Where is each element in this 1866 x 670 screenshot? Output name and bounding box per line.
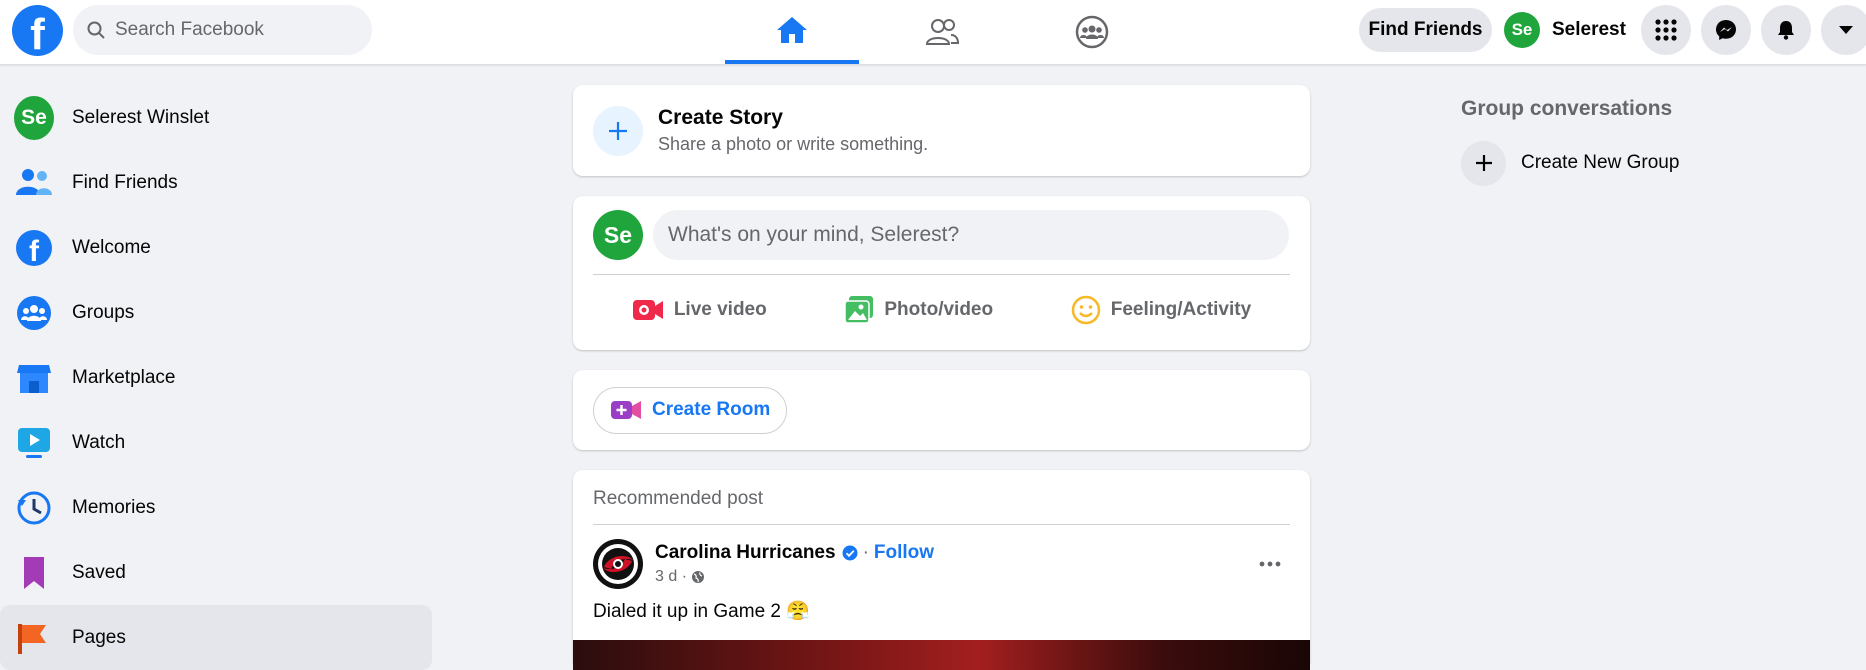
sidebar-item-label: Welcome: [72, 236, 151, 258]
sidebar-item-label: Selerest Winslet: [72, 106, 210, 128]
avatar-initials: Se: [603, 221, 633, 248]
photo-icon: [844, 296, 874, 324]
find-friends-button[interactable]: Find Friends: [1359, 8, 1492, 52]
messenger-icon: [1716, 20, 1736, 40]
status-input[interactable]: [653, 210, 1289, 260]
sidebar-item-watch[interactable]: Watch: [0, 410, 432, 475]
plus-icon: [593, 105, 643, 156]
saved-icon: [24, 556, 44, 589]
verified-badge-icon: [842, 545, 858, 561]
photo-video-button[interactable]: Photo/video: [830, 285, 1007, 335]
sidebar-item-label: Find Friends: [72, 171, 178, 193]
search-input[interactable]: [115, 19, 345, 41]
facebook-logo[interactable]: f: [12, 5, 63, 56]
search-icon: [87, 21, 105, 39]
friends-icon: [925, 19, 959, 45]
feeling-activity-button[interactable]: Feeling/Activity: [1057, 285, 1265, 335]
watch-icon: [18, 427, 50, 458]
follow-button[interactable]: Follow: [874, 542, 934, 564]
chevron-down-icon: [1839, 26, 1853, 34]
bell-icon: [1778, 21, 1794, 40]
avatar: Se: [1504, 12, 1540, 48]
feeling-activity-label: Feeling/Activity: [1110, 299, 1252, 320]
sidebar-item-profile[interactable]: Se Selerest Winslet: [0, 85, 432, 150]
page-avatar[interactable]: [593, 539, 643, 589]
sidebar-item-welcome[interactable]: f Welcome: [0, 215, 432, 280]
tab-groups[interactable]: [1025, 0, 1159, 64]
top-navigation-bar: f Find Friends Se Selerest: [0, 0, 1866, 65]
groups-icon: [17, 295, 51, 330]
sidebar-item-label: Groups: [72, 301, 135, 323]
marketplace-icon: [17, 364, 51, 393]
sidebar-item-saved[interactable]: Saved: [0, 540, 432, 605]
post-timestamp[interactable]: 3 d ·: [655, 568, 687, 586]
plus-icon: [1461, 140, 1506, 186]
avatar: Se: [14, 95, 54, 140]
separator-dot: ·: [862, 542, 869, 563]
left-sidebar: Se Selerest Winslet Find Friends f Welco…: [0, 85, 432, 670]
hurricanes-logo-icon: [598, 544, 638, 584]
post-text: Dialed it up in Game 2 😤: [593, 601, 810, 622]
live-video-button[interactable]: Live video: [618, 285, 781, 335]
menu-button[interactable]: [1641, 5, 1691, 55]
sidebar-item-label: Memories: [72, 496, 156, 518]
search-box[interactable]: [73, 5, 372, 55]
pages-icon: [18, 623, 46, 654]
sidebar-item-label: Saved: [72, 561, 126, 583]
create-new-group-label: Create New Group: [1521, 152, 1680, 173]
profile-name: Selerest: [1552, 19, 1626, 40]
sidebar-item-pages[interactable]: Pages: [0, 605, 432, 670]
sidebar-item-label: Pages: [72, 626, 126, 648]
create-story-subtitle: Share a photo or write something.: [658, 134, 929, 154]
live-video-icon: [632, 300, 663, 320]
account-button[interactable]: [1821, 5, 1866, 55]
rooms-card: Create Room: [573, 370, 1310, 450]
group-conversations-heading: Group conversations: [1461, 97, 1673, 120]
smiley-icon: [1071, 295, 1100, 325]
create-room-button[interactable]: Create Room: [593, 386, 788, 434]
grid-menu-icon: [1655, 19, 1677, 41]
post-composer: Se Live video Photo/video Feeling/Activi…: [573, 196, 1310, 350]
create-new-group-button[interactable]: Create New Group: [1461, 135, 1861, 191]
tab-friends[interactable]: [875, 0, 1009, 64]
post-options-button[interactable]: [1250, 544, 1290, 584]
sidebar-item-label: Watch: [72, 431, 126, 453]
right-sidebar: Group conversations Create New Group: [1461, 85, 1861, 191]
post-image[interactable]: [573, 640, 1310, 670]
home-icon: [777, 17, 807, 43]
page-name-link[interactable]: Carolina Hurricanes: [655, 542, 836, 564]
avatar-initials: Se: [21, 105, 47, 129]
tab-home[interactable]: [725, 0, 859, 64]
friends-icon: [16, 168, 52, 195]
sidebar-item-label: Marketplace: [72, 366, 176, 388]
avatar-initials: Se: [1511, 20, 1533, 39]
groups-icon: [1075, 15, 1109, 49]
create-story-card[interactable]: Create Story Share a photo or write some…: [573, 85, 1310, 176]
avatar[interactable]: Se: [593, 210, 643, 260]
messenger-button[interactable]: [1701, 5, 1751, 55]
sidebar-item-groups[interactable]: Groups: [0, 280, 432, 345]
create-story-title: Create Story: [658, 106, 783, 129]
globe-icon: [692, 571, 705, 583]
notifications-button[interactable]: [1761, 5, 1811, 55]
live-video-label: Live video: [673, 299, 767, 320]
profile-chip[interactable]: Se Selerest: [1504, 8, 1636, 52]
create-room-label: Create Room: [652, 399, 771, 420]
sidebar-item-find-friends[interactable]: Find Friends: [0, 150, 432, 215]
recommended-post-card: Recommended post Carolina Hurricanes · F…: [573, 470, 1310, 670]
memories-icon: [17, 491, 51, 524]
sidebar-item-memories[interactable]: Memories: [0, 475, 432, 540]
video-room-icon: [611, 401, 641, 419]
more-icon: [1259, 561, 1281, 567]
photo-video-label: Photo/video: [884, 299, 994, 320]
facebook-icon: f: [16, 229, 52, 266]
sidebar-item-marketplace[interactable]: Marketplace: [0, 345, 432, 410]
recommended-post-label: Recommended post: [593, 488, 764, 509]
